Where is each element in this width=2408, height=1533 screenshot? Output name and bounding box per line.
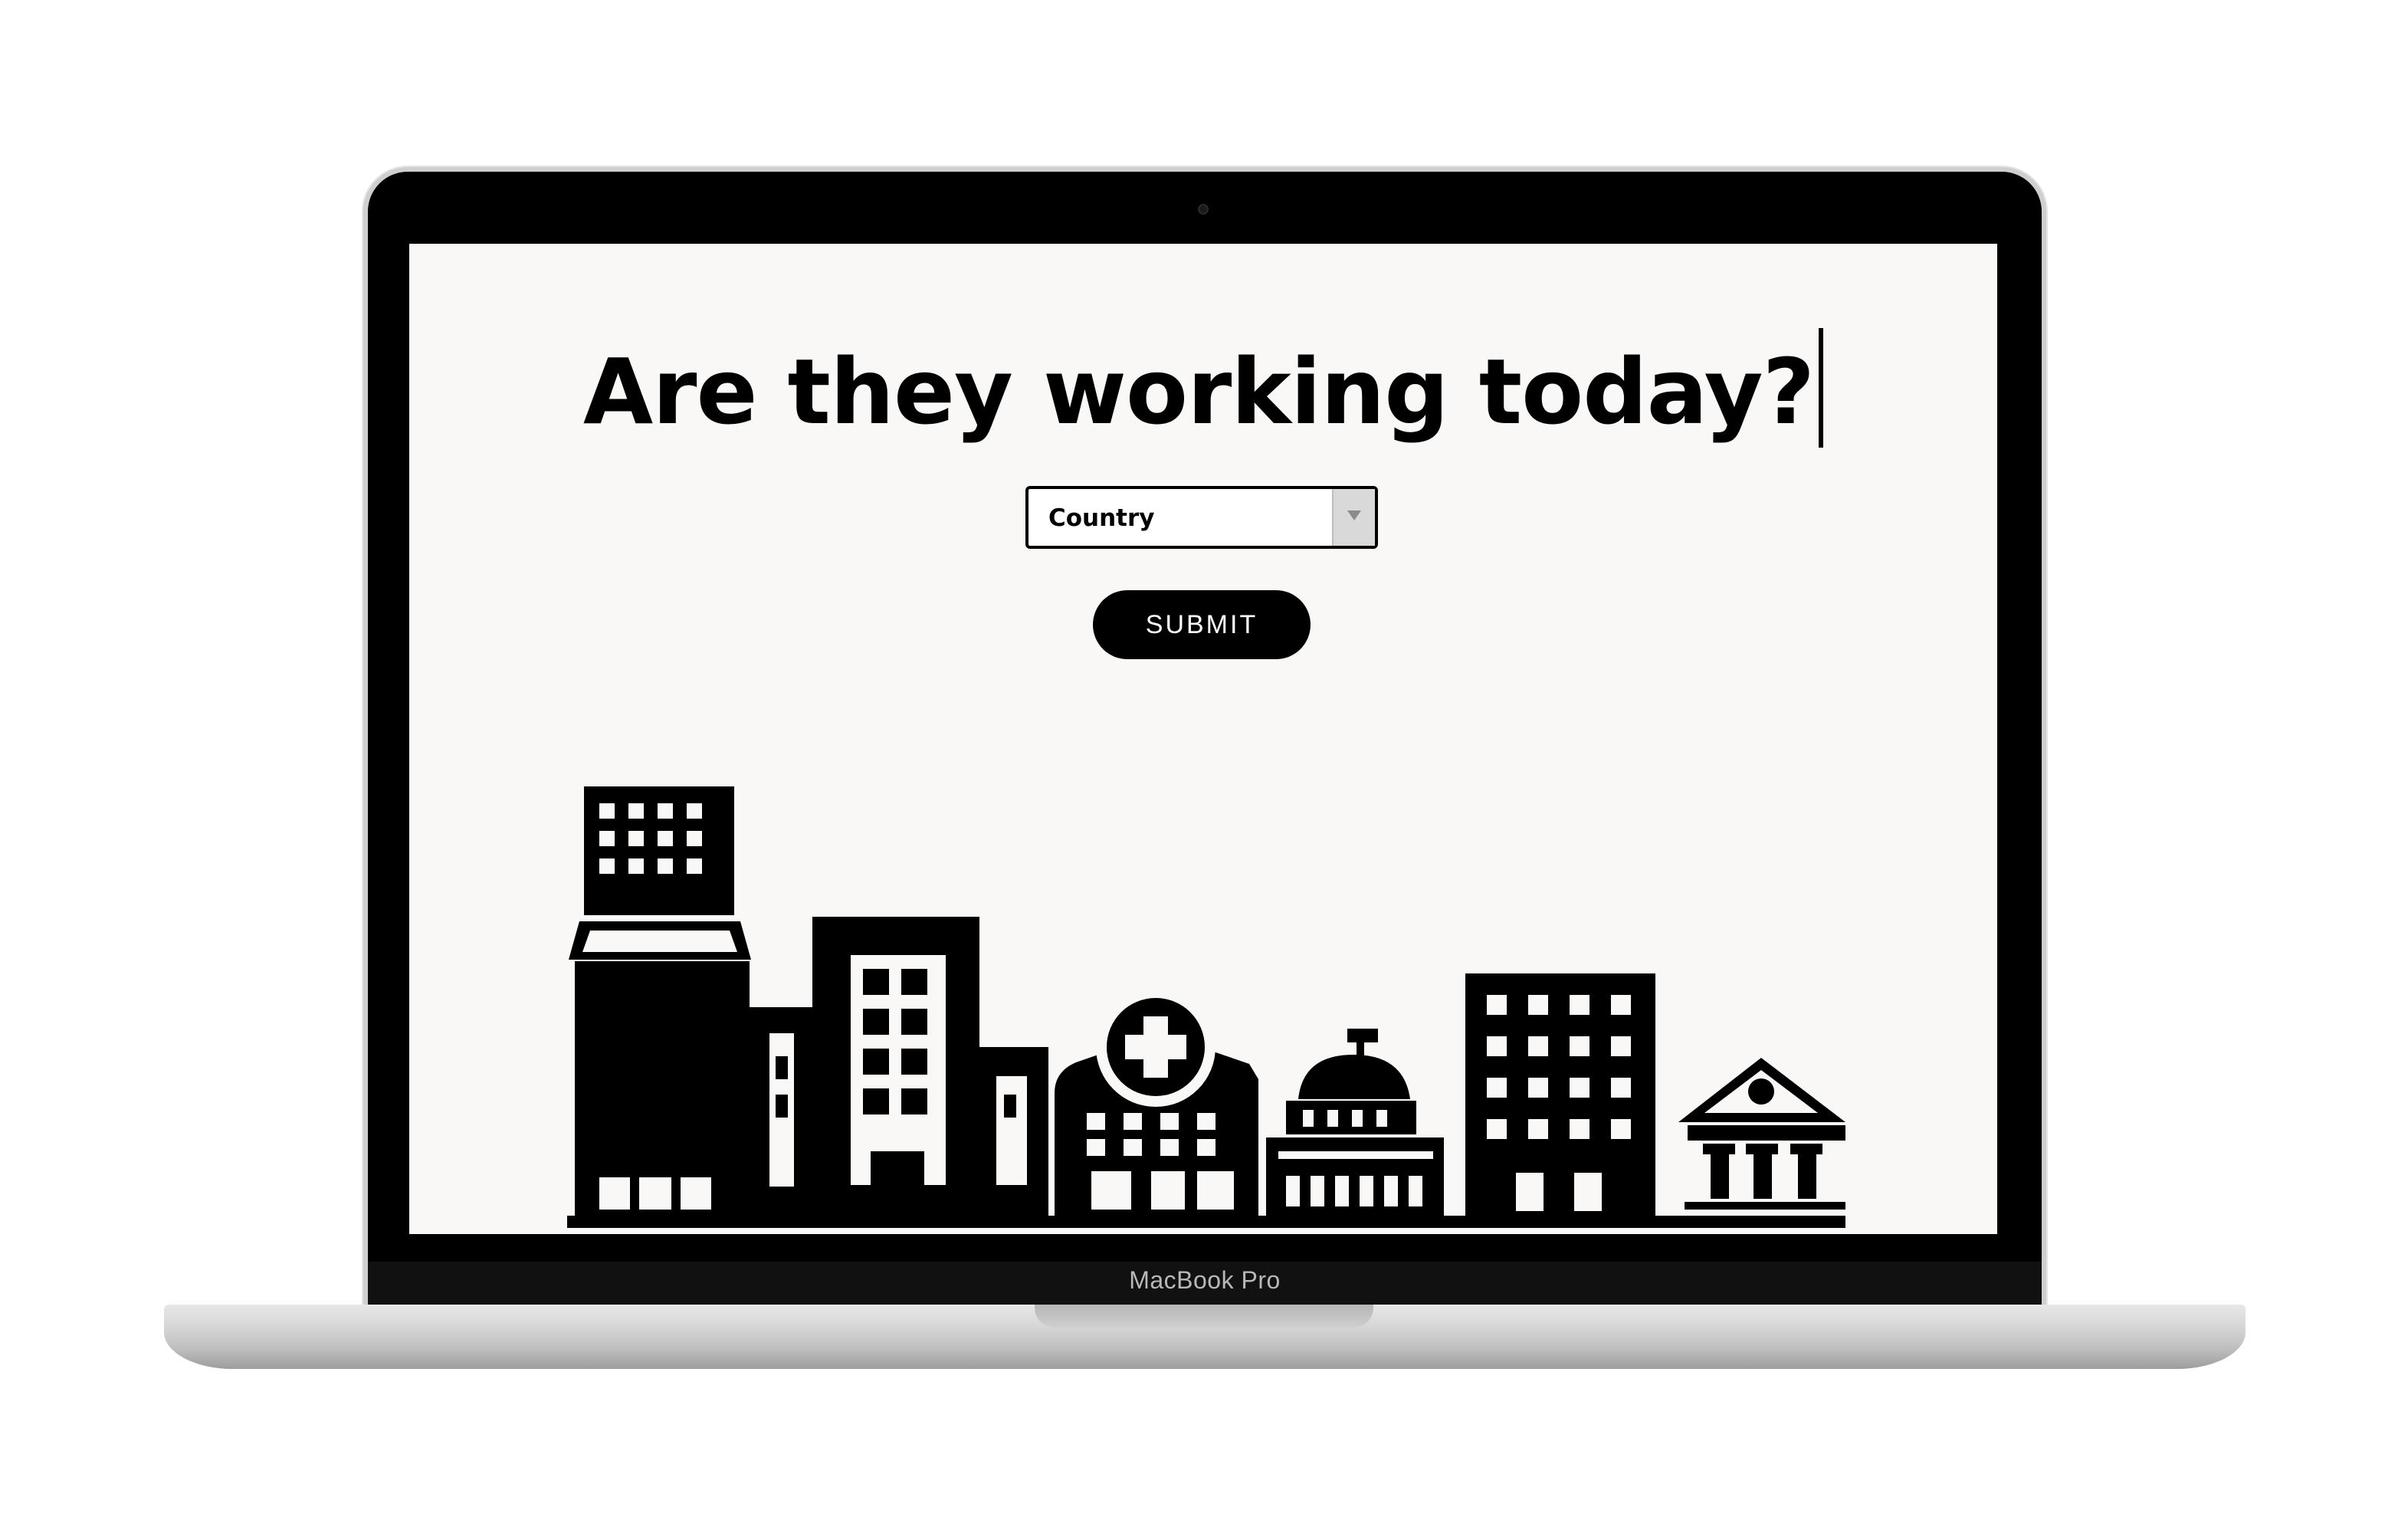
laptop-notch: [1035, 1305, 1373, 1328]
office-tower-icon: [746, 917, 1048, 1216]
capitol-icon: [1266, 1029, 1444, 1216]
apartment-block-icon: [1465, 973, 1655, 1216]
app-screen: Are they working today? Country SUBMIT: [409, 244, 1997, 1234]
hotel-building-icon: [569, 786, 751, 1216]
hospital-icon: [1055, 987, 1258, 1216]
ground-line: [567, 1216, 1845, 1228]
device-brand-label: MacBook Pro: [1129, 1266, 1281, 1294]
bank-icon: [1678, 1058, 1845, 1210]
camera-icon: [1198, 204, 1209, 215]
city-skyline-illustration: [567, 786, 1845, 1228]
